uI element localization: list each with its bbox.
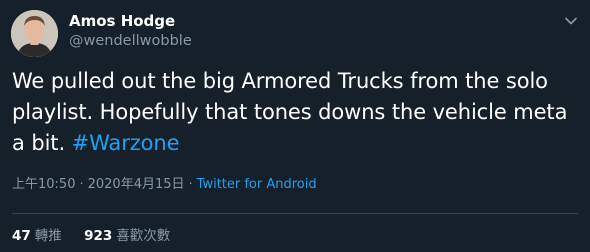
tweet-time[interactable]: 上午10:50 — [12, 177, 75, 192]
tweet-text-line: We pulled out the big Armored Trucks fro… — [12, 69, 548, 93]
tweet-metadata: 上午10:50 · 2020年4月15日 · Twitter for Android — [12, 176, 317, 194]
hashtag-link[interactable]: #Warzone — [72, 131, 180, 155]
retweets-count: 47 — [12, 228, 31, 244]
avatar-image — [11, 10, 58, 57]
likes-stat[interactable]: 923 喜歡次數 — [84, 227, 170, 245]
chevron-down-icon[interactable] — [563, 13, 579, 29]
tweet-source-link[interactable]: Twitter for Android — [197, 177, 317, 192]
avatar[interactable] — [11, 10, 58, 57]
retweets-label: 轉推 — [34, 228, 62, 244]
tweet-card: Amos Hodge @wendellwobble We pulled out … — [0, 0, 590, 252]
tweet-text: We pulled out the big Armored Trucks fro… — [12, 66, 580, 159]
separator: · — [79, 177, 84, 192]
likes-count: 923 — [84, 228, 113, 244]
tweet-text-line: a bit. #Warzone — [12, 128, 580, 159]
retweets-stat[interactable]: 47 轉推 — [12, 227, 62, 245]
tweet-text-fragment: a bit. — [12, 131, 66, 155]
divider — [12, 213, 578, 214]
tweet-stats: 47 轉推 923 喜歡次數 — [12, 227, 188, 245]
author-name[interactable]: Amos Hodge — [69, 12, 175, 30]
separator: · — [188, 177, 193, 192]
likes-label: 喜歡次數 — [116, 228, 171, 244]
tweet-date[interactable]: 2020年4月15日 — [88, 177, 185, 192]
tweet-text-line: playlist. Hopefully that tones downs the… — [12, 100, 568, 124]
author-handle[interactable]: @wendellwobble — [69, 32, 192, 50]
